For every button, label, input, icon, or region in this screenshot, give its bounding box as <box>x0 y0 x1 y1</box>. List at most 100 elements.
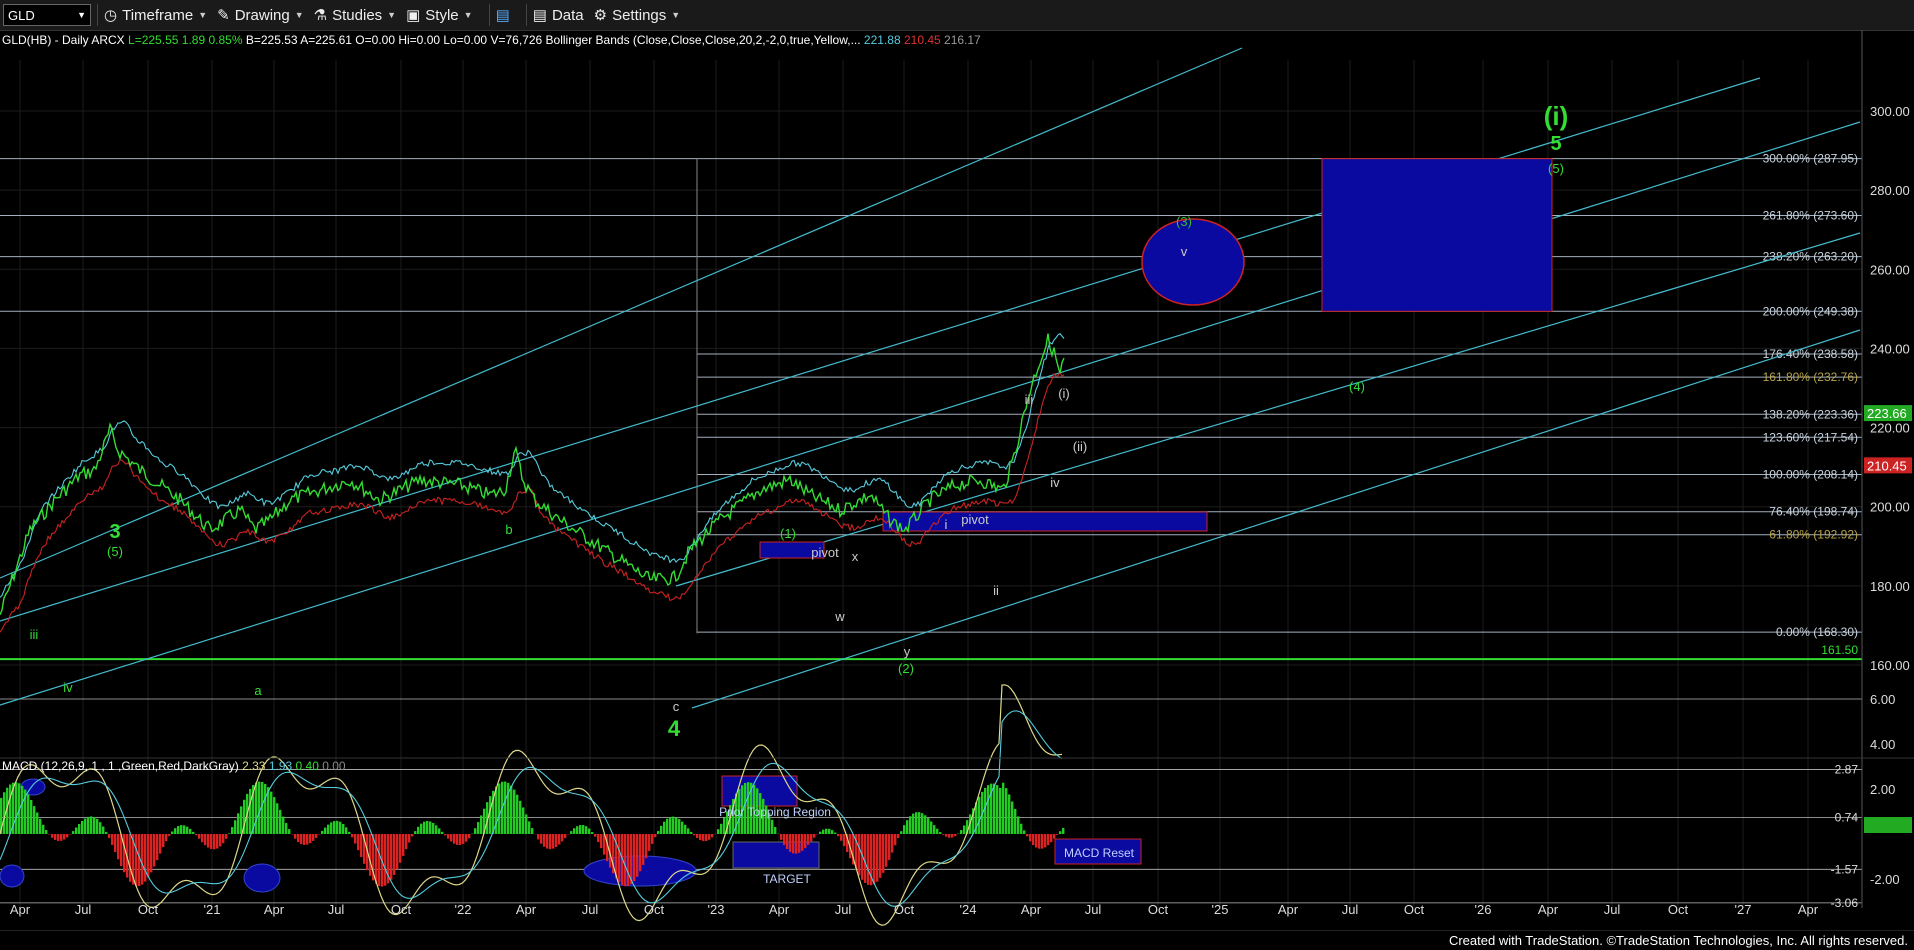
macd-histogram-bar <box>813 834 815 838</box>
macd-histogram-bar <box>921 813 923 834</box>
macd-histogram-bar <box>294 834 296 839</box>
macd-histogram-bar <box>147 834 149 878</box>
macd-histogram-bar <box>168 834 170 836</box>
macd-histogram-bar <box>675 817 677 834</box>
macd-histogram-bar <box>321 831 323 834</box>
macd-histogram-bar <box>801 834 803 851</box>
x-tick-label: '27 <box>1735 902 1752 917</box>
macd-histogram-bar <box>1029 834 1031 841</box>
macd-histogram-bar <box>933 825 935 834</box>
macd-histogram-bar <box>354 834 356 844</box>
y-tick-label: 160.00 <box>1870 658 1910 673</box>
macd-annotation: TARGET <box>763 872 811 886</box>
macd-histogram-bar <box>189 829 191 834</box>
macd-histogram-bar <box>588 829 590 834</box>
wave-label: 3 <box>109 521 120 543</box>
macd-histogram-bar <box>633 834 635 881</box>
macd-histogram-bar <box>903 825 905 834</box>
x-tick-label: Oct <box>391 902 412 917</box>
macd-histogram-bar <box>564 834 566 838</box>
macd-histogram-bar <box>333 821 335 834</box>
toolbar-divider <box>97 4 98 26</box>
macd-histogram-bar <box>516 795 518 834</box>
x-tick-label: '26 <box>1475 902 1492 917</box>
chart-overlays: 300.00% (287.95)261.80% (273.60)238.20% … <box>0 48 1862 708</box>
macd-histogram-bar <box>234 820 236 834</box>
macd-histogram-bar <box>549 834 551 849</box>
layout-button[interactable]: ▤ <box>496 6 510 24</box>
macd-histogram-bar <box>930 821 932 834</box>
macd-y-tick-label: -2.00 <box>1870 872 1900 887</box>
macd-histogram-bar <box>87 817 89 834</box>
macd-histogram-bar <box>21 786 23 834</box>
macd-level-label: -3.06 <box>1831 896 1859 910</box>
price-tag-label: 223.66 <box>1867 406 1907 421</box>
macd-value-2: 1.93 <box>269 759 292 773</box>
macd-histogram-bar <box>774 827 776 834</box>
macd-histogram-bar <box>909 816 911 834</box>
macd-histogram-bar <box>105 832 107 834</box>
macd-histogram-bar <box>810 834 812 841</box>
x-tick-label: Oct <box>1148 902 1169 917</box>
macd-histogram-bar <box>255 783 257 834</box>
info-bollinger: Bollinger Bands (Close,Close,Close,20,2,… <box>546 33 861 47</box>
macd-histogram-bar <box>357 834 359 850</box>
macd-info-line: MACD (12,26,9, 1 , 1 ,Green,Red,DarkGray… <box>2 759 346 773</box>
symbol-selector[interactable]: GLD ▼ <box>3 4 91 26</box>
macd-histogram-bar <box>417 827 419 834</box>
style-menu[interactable]: ▣ Style ▼ <box>406 6 472 24</box>
macd-histogram-bar <box>666 819 668 834</box>
info-bb-mid: 216.17 <box>944 33 981 47</box>
macd-histogram-bar <box>939 832 941 834</box>
macd-histogram-bar <box>258 782 260 834</box>
macd-histogram-bar <box>915 812 917 834</box>
wave-label: c <box>673 699 680 714</box>
wave-label: v <box>1181 244 1188 259</box>
timeframe-menu[interactable]: ◷ Timeframe ▼ <box>104 6 207 24</box>
x-tick-label: Jul <box>75 902 92 917</box>
macd-histogram-bar <box>954 834 956 836</box>
macd-histogram-bar <box>993 784 995 834</box>
fib-level-label: 100.00% (208.14) <box>1763 468 1858 482</box>
info-volume: V=76,726 <box>490 33 542 47</box>
macd-histogram-bar <box>135 834 137 886</box>
macd-histogram-bar <box>624 834 626 886</box>
studies-menu[interactable]: ⚗ Studies ▼ <box>314 6 396 24</box>
macd-histogram-bar <box>1005 788 1007 834</box>
macd-histogram-bar <box>528 821 530 834</box>
data-menu[interactable]: ▤ Data <box>533 6 584 24</box>
macd-histogram-bar <box>1038 834 1040 849</box>
price-chart[interactable]: 6.004.002.000.40-2.002.870.74-1.57-3.06P… <box>0 30 1914 930</box>
x-tick-label: Apr <box>769 902 790 917</box>
macd-histogram-bar <box>918 812 920 834</box>
macd-histogram-bar <box>837 834 839 836</box>
info-bid: B=225.53 <box>246 33 298 47</box>
macd-histogram-bar <box>984 788 986 834</box>
macd-value-4: 0.00 <box>322 759 345 773</box>
macd-histogram-bar <box>570 831 572 834</box>
macd-histogram-bar <box>1008 794 1010 834</box>
macd-histogram-bar <box>474 828 476 834</box>
macd-histogram-bar <box>819 832 821 834</box>
macd-histogram-bar <box>60 834 62 841</box>
studies-label: Studies <box>332 7 382 24</box>
x-tick-label: Apr <box>516 902 537 917</box>
macd-histogram-bar <box>351 834 353 837</box>
macd-histogram-bar <box>669 817 671 834</box>
wave-label: ii <box>993 583 999 598</box>
macd-histogram-bar <box>807 834 809 845</box>
macd-histogram-bar <box>192 832 194 834</box>
macd-histogram-bar <box>795 834 797 854</box>
macd-histogram-bar <box>987 785 989 834</box>
flask-icon: ⚗ <box>314 6 327 24</box>
timeframe-label: Timeframe <box>122 7 193 24</box>
macd-histogram-bar <box>858 834 860 875</box>
drawing-menu[interactable]: ✎ Drawing ▼ <box>217 6 304 24</box>
x-tick-label: Jul <box>328 902 345 917</box>
macd-histogram-bar <box>108 834 110 838</box>
macd-annotation: Prior Topping Region <box>719 805 831 819</box>
wave-label: a <box>254 683 262 698</box>
macd-histogram-bar <box>879 834 881 878</box>
macd-histogram-bar <box>231 827 233 834</box>
settings-menu[interactable]: ⚙ Settings ▼ <box>594 6 681 24</box>
